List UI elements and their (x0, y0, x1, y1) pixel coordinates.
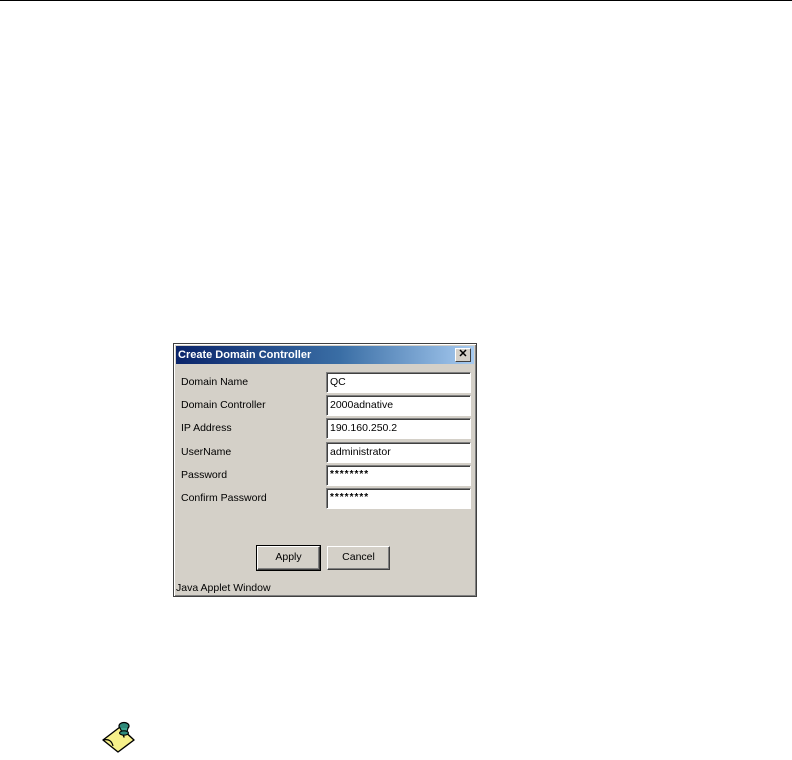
domain-controller-label: Domain Controller (181, 399, 266, 411)
cancel-button[interactable]: Cancel (327, 546, 390, 570)
password-field[interactable]: ******** (326, 465, 471, 486)
domain-controller-row: Domain Controller 2000adnative (181, 395, 473, 417)
confirm-password-row: Confirm Password ******** (181, 488, 473, 510)
create-domain-controller-dialog: Create Domain Controller ✕ Domain Name Q… (173, 343, 477, 597)
domain-name-label: Domain Name (181, 376, 249, 388)
close-icon[interactable]: ✕ (455, 348, 471, 362)
dialog-title: Create Domain Controller (178, 349, 312, 361)
apply-button[interactable]: Apply (256, 545, 321, 571)
ip-address-row: IP Address 190.160.250.2 (181, 418, 473, 440)
applet-status-text: Java Applet Window (176, 582, 271, 594)
dialog-titlebar[interactable]: Create Domain Controller ✕ (176, 346, 474, 364)
password-label: Password (181, 469, 228, 481)
note-pin-icon (102, 721, 135, 753)
page-top-rule (0, 0, 792, 1)
ip-address-field[interactable]: 190.160.250.2 (326, 418, 471, 439)
password-row: Password ******** (181, 465, 473, 487)
ip-address-label: IP Address (181, 422, 232, 434)
username-field[interactable]: administrator (326, 442, 471, 463)
domain-controller-field[interactable]: 2000adnative (326, 395, 471, 416)
confirm-password-field[interactable]: ******** (326, 488, 471, 509)
username-row: UserName administrator (181, 442, 473, 464)
confirm-password-label: Confirm Password (181, 492, 267, 504)
username-label: UserName (181, 446, 232, 458)
domain-name-row: Domain Name QC (181, 372, 473, 394)
domain-name-field[interactable]: QC (326, 372, 471, 393)
